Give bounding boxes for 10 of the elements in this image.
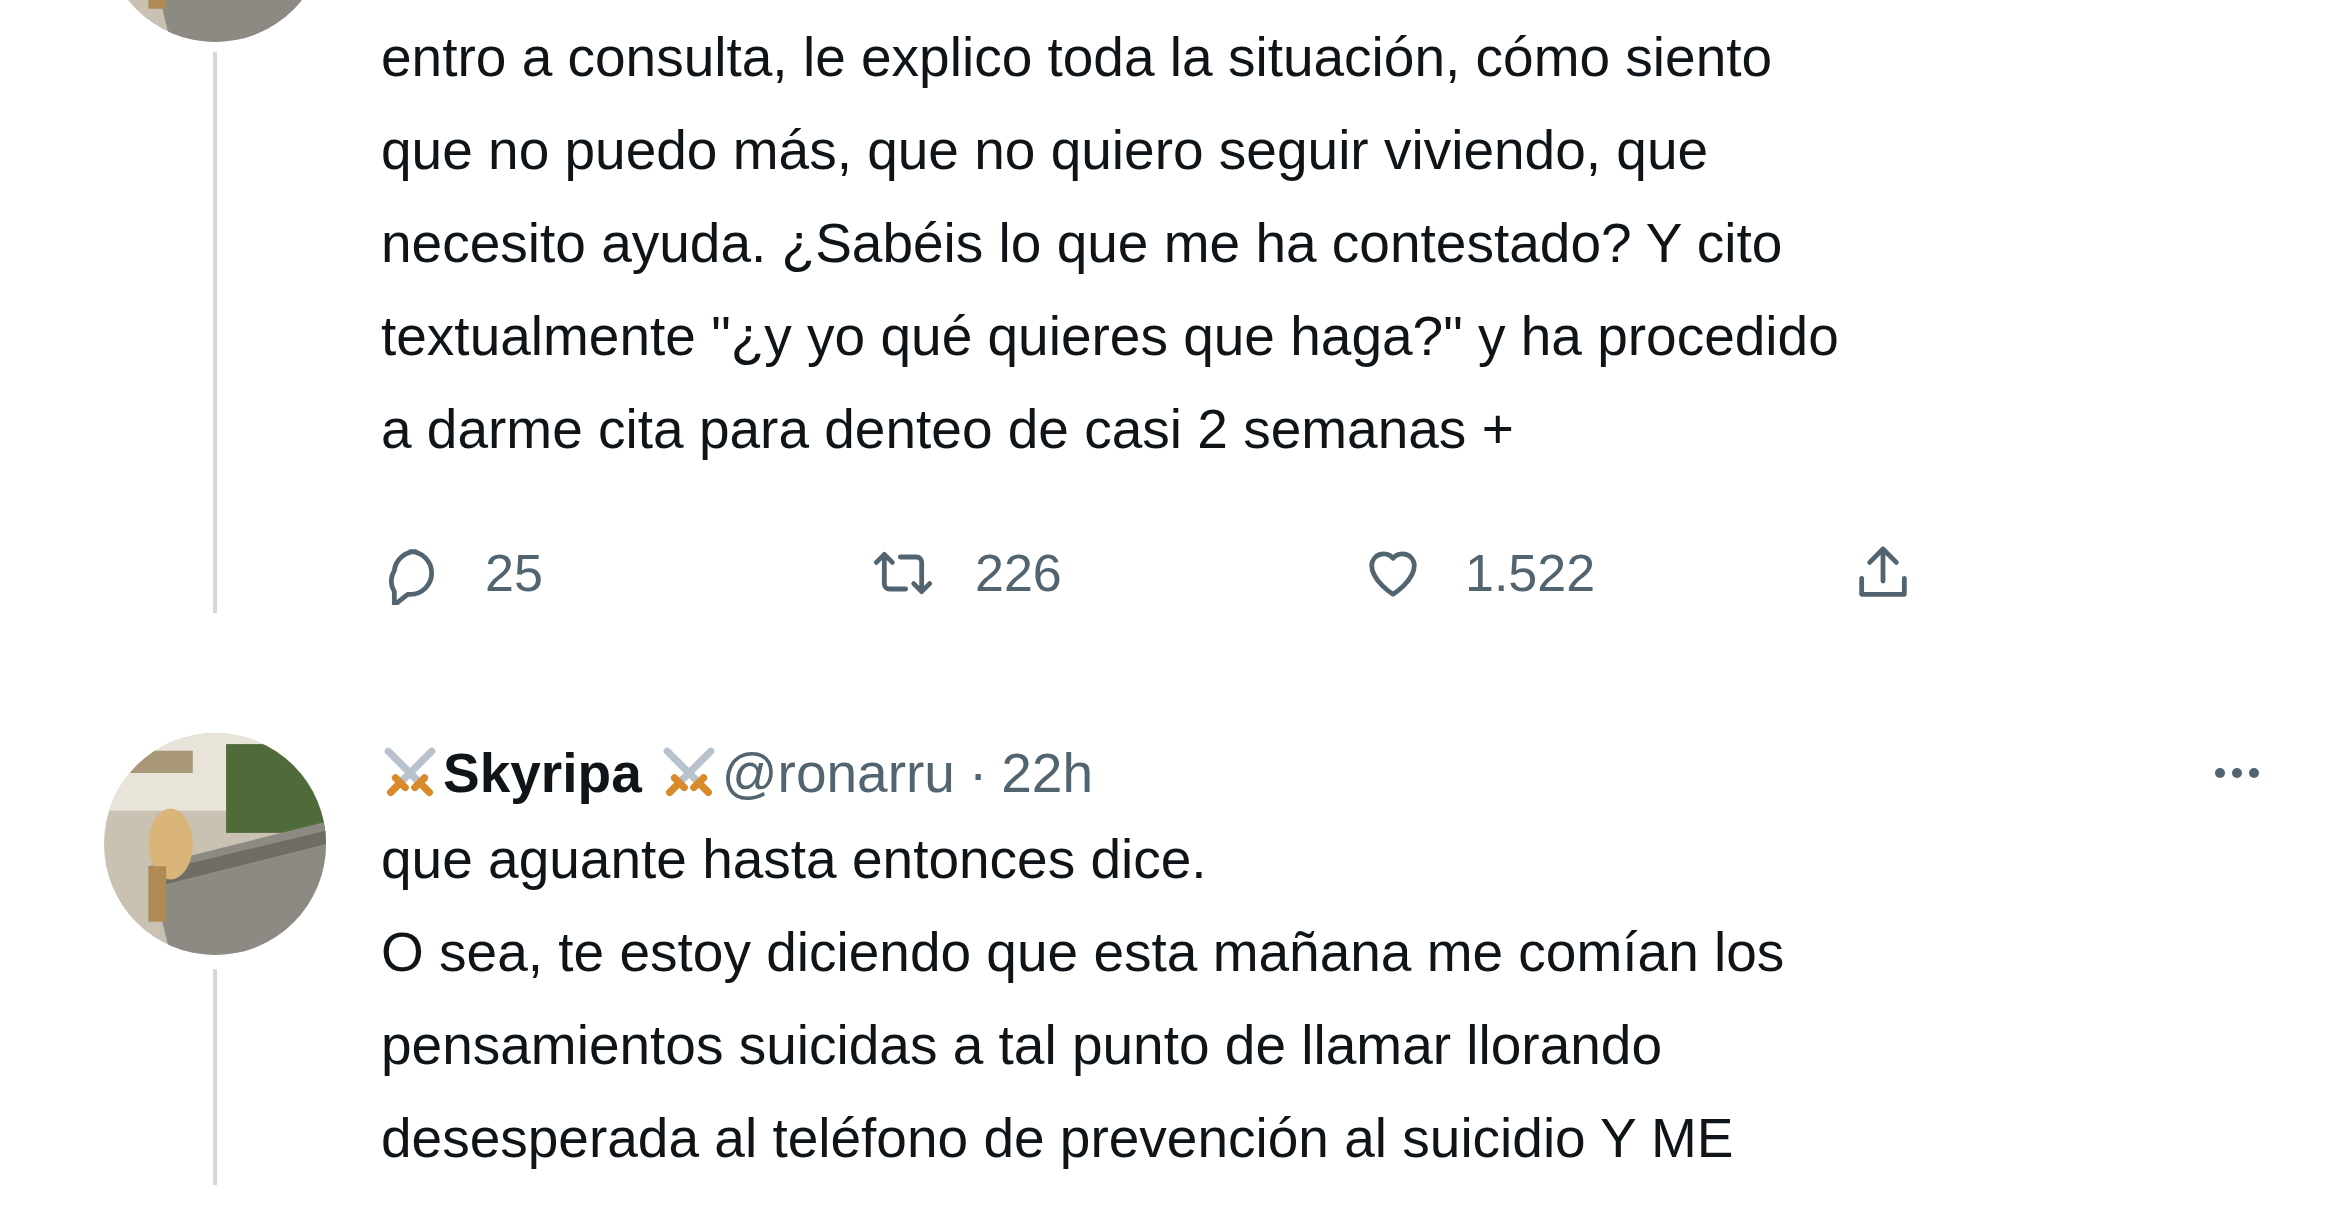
tweet-text: O sea, te estoy diciendo que esta mañana me comían los pensamientos suicidas a tal punto de llamar llorando desesperada al teléfono de prevención al suicidio Y ME — [381, 920, 1786, 1171]
display-name[interactable]: Skyripa — [443, 741, 642, 805]
user-handle[interactable]: @ronarru — [721, 741, 955, 805]
action-count: 226 — [975, 543, 1062, 603]
separator-dot: · — [968, 741, 988, 805]
tweet-time[interactable]: 22h — [1001, 741, 1093, 805]
action-count: 25 — [485, 543, 543, 603]
tweet-text: entro a consulta, le explico toda la situación, cómo siento que no puedo más, que no quiero seguir viviendo, que necesito ayuda. ¿Sabéis lo que me ha contestado? Y cito textualmente "¿y yo qué quieres que haga?" y ha procedido a darme cita para denteo de casi 2 semanas + — [381, 25, 1840, 462]
tweet-text: que aguante hasta entonces dice. — [381, 827, 1208, 892]
action-count: 1.522 — [1465, 543, 1596, 603]
